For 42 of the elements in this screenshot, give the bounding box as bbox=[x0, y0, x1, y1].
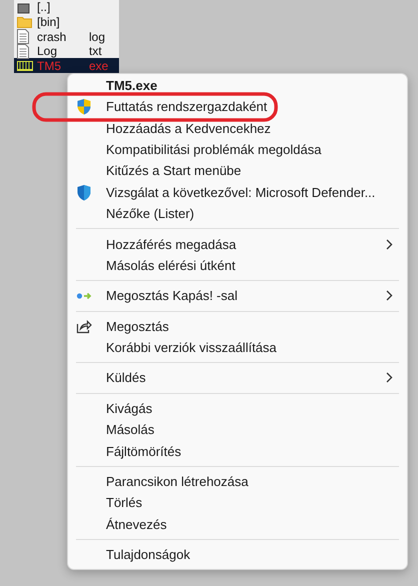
file-name: Log bbox=[37, 44, 58, 58]
menu-item[interactable]: Nézőke (Lister) bbox=[68, 202, 407, 224]
folder-up-icon bbox=[17, 0, 30, 14]
file-row[interactable]: TM5 exe bbox=[14, 58, 119, 73]
program-icon bbox=[17, 60, 33, 72]
file-row[interactable]: crash log bbox=[14, 29, 119, 44]
menu-item[interactable]: Küldés bbox=[68, 367, 407, 389]
file-name: [bin] bbox=[37, 14, 61, 29]
menu-item[interactable]: Megosztás bbox=[68, 316, 407, 337]
menu-item[interactable]: Fájltömörítés bbox=[68, 440, 407, 462]
menu-item[interactable]: Parancsikon létrehozása bbox=[68, 470, 407, 492]
document-icon bbox=[17, 44, 29, 59]
file-name: [..] bbox=[37, 0, 52, 14]
menu-item[interactable]: Megosztás Kapás! -sal bbox=[68, 285, 407, 307]
menu-item[interactable]: Törlés bbox=[68, 492, 407, 514]
menu-item[interactable]: Kivágás bbox=[68, 398, 407, 420]
menu-item[interactable]: Hozzáférés megadása bbox=[68, 233, 407, 255]
menu-item[interactable]: Tulajdonságok bbox=[68, 544, 407, 566]
menu-item[interactable]: Átnevezés bbox=[68, 514, 407, 536]
file-name: TM5 bbox=[37, 58, 62, 73]
folder-icon bbox=[17, 15, 32, 28]
file-row[interactable]: [bin] bbox=[14, 14, 119, 30]
menu-item[interactable]: Vizsgálat a következővel: Microsoft Defender... bbox=[68, 182, 407, 203]
menu-title: TM5.exe bbox=[105, 77, 158, 95]
menu-item[interactable]: Kitűzés a Start menübe bbox=[68, 160, 407, 182]
file-name: crash bbox=[37, 30, 68, 44]
menu-item[interactable]: Futtatás rendszergazdaként bbox=[68, 96, 407, 118]
menu-item[interactable]: Másolás elérési útként bbox=[68, 254, 407, 276]
document-icon bbox=[17, 29, 29, 44]
menu-item[interactable]: Hozzáadás a Kedvencekhez bbox=[68, 117, 407, 139]
menu-item[interactable]: Másolás bbox=[68, 419, 407, 440]
file-row[interactable]: [..] bbox=[14, 0, 119, 15]
file-extension: log bbox=[89, 30, 106, 44]
file-extension: txt bbox=[89, 44, 103, 58]
menu-item[interactable]: Korábbi verziók visszaállítása bbox=[68, 336, 407, 358]
shield-icon bbox=[76, 184, 92, 201]
dot-arrow-icon bbox=[76, 292, 92, 300]
share-icon bbox=[76, 318, 92, 334]
shield-icon bbox=[76, 98, 92, 116]
menu-item[interactable]: Kompatibilitási problémák megoldása bbox=[68, 138, 407, 160]
file-extension: exe bbox=[89, 58, 110, 73]
file-row[interactable]: Log txt bbox=[14, 44, 119, 58]
